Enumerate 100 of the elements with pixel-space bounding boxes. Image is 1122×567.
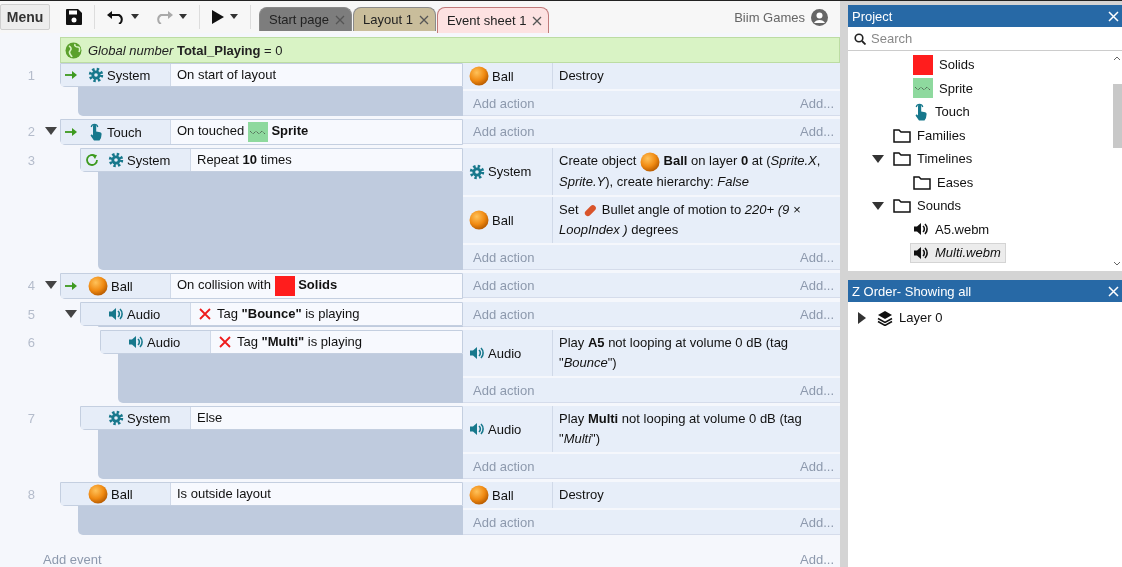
ball-icon — [469, 485, 489, 505]
search-icon — [854, 32, 866, 45]
save-icon[interactable] — [66, 9, 82, 26]
document-tab[interactable]: Event sheet 1 — [436, 7, 550, 34]
condition-row[interactable]: Touch On touched Sprite — [60, 119, 463, 146]
gear-icon — [108, 152, 124, 169]
event-number: 2 — [26, 123, 36, 142]
tree-item[interactable]: Layer 0 — [874, 307, 948, 328]
event-number: 5 — [26, 306, 36, 324]
tree-item[interactable]: Families — [890, 125, 971, 145]
hand-pointer-icon — [88, 123, 104, 142]
speaker-icon — [469, 345, 485, 361]
condition-row[interactable]: Ball On collision with Solids — [60, 273, 463, 299]
event-number: 6 — [26, 334, 36, 352]
object-name: Ball — [492, 68, 514, 84]
user-avatar-icon[interactable] — [811, 8, 828, 26]
folder-icon — [893, 151, 911, 167]
document-tab[interactable]: Start page — [259, 7, 352, 32]
action-row[interactable]: System Create object Ball on layer 0 at (Sprite.X, Sprite.Y), create hierarchy: False — [463, 148, 840, 197]
event-number: 7 — [26, 410, 36, 428]
object-name: Audio — [147, 334, 181, 350]
square-icon — [274, 276, 295, 296]
object-name: Ball — [492, 212, 514, 228]
tree-item[interactable]: Eases — [910, 172, 979, 192]
tree-item[interactable]: Sprite — [910, 76, 978, 101]
globe-icon — [65, 41, 82, 59]
caret-icon[interactable] — [131, 14, 139, 21]
gear-icon — [88, 67, 104, 84]
action-row[interactable]: Ball Set Bullet angle of motion to 220+ (9 × LoopIndex ) degrees — [463, 197, 840, 245]
condition-text: Is outside layout — [177, 485, 271, 503]
object-name: System — [127, 410, 171, 426]
gear-icon — [108, 410, 124, 426]
condition-row[interactable]: Ball Is outside layout — [60, 482, 463, 506]
document-tab[interactable]: Layout 1 — [353, 7, 436, 32]
tree-item[interactable]: Solids — [910, 52, 980, 77]
object-name: Ball — [111, 486, 133, 502]
panel-title: Z Order- Showing all — [852, 283, 972, 299]
collapse-triangle-icon[interactable] — [65, 308, 77, 320]
collapse-triangle-icon[interactable] — [872, 199, 884, 212]
action-text: Play Multi not looping at volume 0 dB (tag "Multi") — [559, 410, 803, 448]
condition-text: On start of layout — [177, 66, 276, 85]
object-name: Audio — [127, 306, 161, 322]
menu-button[interactable]: Menu — [0, 4, 50, 31]
condition-row[interactable]: System Repeat 10 times — [80, 148, 463, 173]
event-number: 4 — [26, 277, 36, 295]
object-name: System — [127, 152, 171, 168]
folder-icon — [913, 174, 931, 190]
condition-row[interactable]: System Else — [80, 406, 463, 430]
tree-item[interactable]: Timelines — [890, 149, 978, 169]
condition-text: Repeat 10 times — [197, 151, 292, 170]
condition-row[interactable]: Audio Tag "Bounce" is playing — [80, 302, 463, 326]
collapse-triangle-icon[interactable] — [872, 152, 884, 165]
object-name: System — [488, 164, 532, 180]
action-text: Set Bullet angle of motion to 220+ (9 × LoopIndex ) degrees — [559, 201, 802, 239]
sprite-thumbnail-icon — [913, 78, 933, 99]
user-name[interactable]: Biim Games — [734, 9, 805, 25]
expand-triangle-icon[interactable] — [856, 311, 868, 324]
condition-text: On touched Sprite — [177, 122, 309, 143]
action-text: Destroy — [559, 67, 604, 86]
layers-icon — [877, 309, 893, 326]
folder-icon — [893, 127, 911, 143]
caret-icon[interactable] — [230, 14, 238, 21]
event-number: 1 — [26, 67, 36, 86]
object-name: Ball — [492, 487, 514, 503]
condition-row[interactable]: Audio Tag "Multi" is playing — [100, 330, 463, 354]
tree-item[interactable]: Touch — [910, 100, 975, 123]
folder-icon — [893, 198, 911, 214]
action-text: Create object Ball on layer 0 at (Sprite.X, Sprite.Y), create hierarchy: False — [559, 151, 822, 191]
ball-icon — [469, 66, 489, 87]
condition-text: Tag "Multi" is playing — [237, 333, 363, 351]
tree-item[interactable]: Sounds — [890, 196, 967, 216]
action-row[interactable]: Audio Play Multi not looping at volume 0 dB (tag "Multi") — [463, 406, 840, 454]
condition-text: Tag "Bounce" is playing — [217, 305, 360, 323]
close-icon[interactable] — [532, 15, 543, 26]
action-row[interactable]: Ball Destroy — [463, 63, 840, 92]
hand-pointer-icon — [913, 102, 929, 121]
event-number: 3 — [26, 152, 36, 171]
global-variable-row[interactable]: Global number Total_Playing = 0 — [60, 37, 840, 64]
action-text: Destroy — [559, 486, 604, 504]
sprite-thumbnail-icon — [247, 122, 268, 143]
speaker-icon — [108, 306, 124, 322]
play-icon[interactable] — [212, 10, 224, 25]
speaker-icon — [913, 244, 929, 261]
ball-icon — [88, 276, 108, 296]
tree-item[interactable]: Multi.webm — [910, 242, 1006, 263]
gear-icon — [469, 163, 485, 180]
panel-title: Project — [852, 8, 893, 24]
tree-item[interactable]: A5.webm — [910, 219, 995, 240]
object-name: Audio — [488, 345, 522, 361]
close-icon[interactable] — [418, 14, 429, 25]
undo-icon[interactable] — [107, 10, 125, 25]
object-name: System — [107, 67, 151, 83]
action-row[interactable]: Ball Destroy — [463, 482, 840, 510]
condition-row[interactable]: System On start of layout — [60, 63, 463, 88]
ball-icon — [639, 152, 660, 172]
collapse-triangle-icon[interactable] — [45, 279, 57, 291]
object-name: Touch — [107, 124, 142, 140]
global-variable-text: Global number Total_Playing = 0 — [88, 42, 283, 58]
speaker-icon — [469, 421, 485, 437]
action-row[interactable]: Audio Play A5 not looping at volume 0 dB (tag "Bounce") — [463, 330, 840, 378]
